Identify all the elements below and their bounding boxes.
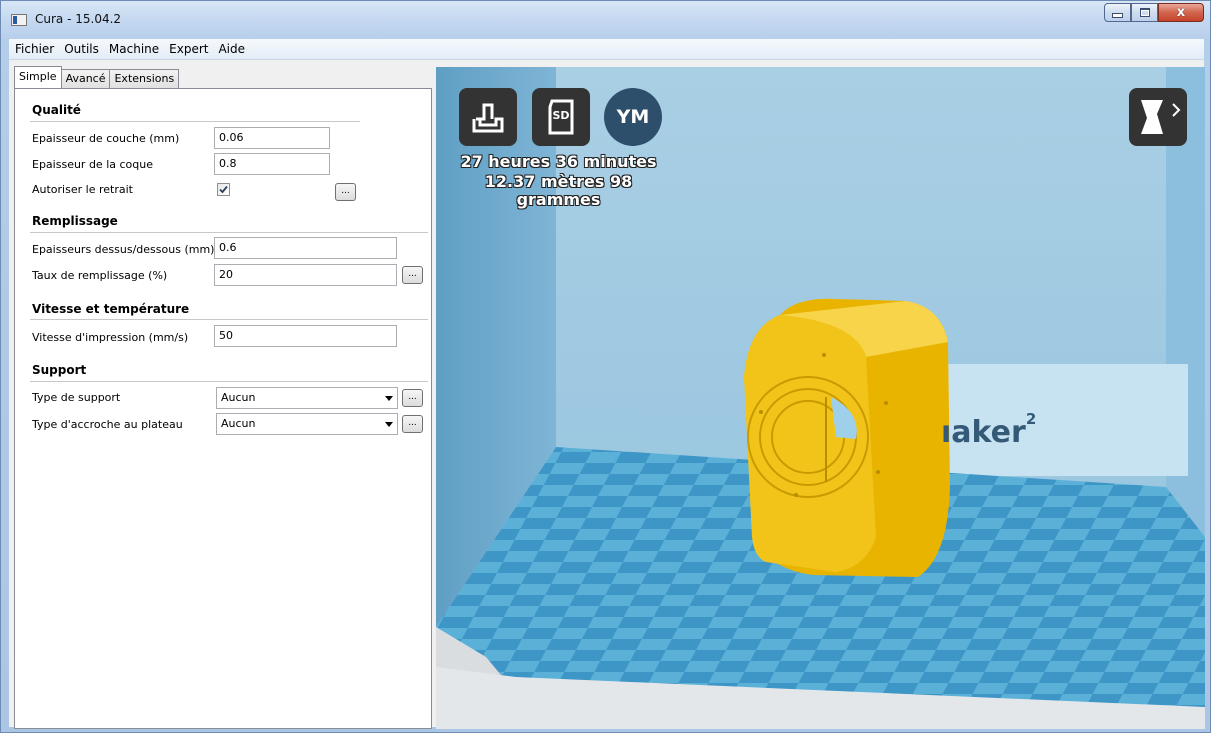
fill-settings-button[interactable]: ... bbox=[402, 266, 423, 284]
section-title-support: Support bbox=[32, 363, 87, 377]
material-usage-text: 12.37 mètres 98 grammes bbox=[484, 172, 633, 209]
menu-aide[interactable]: Aide bbox=[213, 42, 250, 56]
section-divider bbox=[30, 319, 428, 320]
section-divider bbox=[30, 381, 428, 382]
load-model-button[interactable] bbox=[459, 88, 517, 146]
section-title-fill: Remplissage bbox=[32, 214, 118, 228]
section-title-speed: Vitesse et température bbox=[32, 302, 190, 316]
adhesion-settings-button[interactable]: ... bbox=[402, 415, 423, 433]
support-settings-button[interactable]: ... bbox=[402, 389, 423, 407]
retraction-label: Autoriser le retrait bbox=[32, 183, 133, 196]
minimize-icon bbox=[1112, 13, 1123, 18]
section-title-quality: Qualité bbox=[32, 103, 81, 117]
fill-density-label: Taux de remplissage (%) bbox=[32, 269, 168, 282]
close-button[interactable]: x bbox=[1158, 3, 1204, 22]
view-mode-icon bbox=[1141, 100, 1181, 134]
menu-machine[interactable]: Machine bbox=[104, 42, 164, 56]
section-divider bbox=[30, 232, 428, 233]
ym-label: YM bbox=[616, 106, 650, 128]
support-type-label: Type de support bbox=[32, 391, 121, 404]
retraction-settings-button[interactable]: ... bbox=[335, 183, 356, 201]
support-type-select[interactable]: Aucun bbox=[216, 387, 398, 409]
sd-label: SD bbox=[552, 109, 570, 122]
print-speed-input[interactable]: 50 bbox=[214, 325, 397, 347]
app-icon bbox=[11, 14, 27, 26]
menu-expert[interactable]: Expert bbox=[164, 42, 213, 56]
save-to-sd-button[interactable]: SD bbox=[532, 88, 590, 146]
tab-simple[interactable]: Simple bbox=[14, 66, 62, 88]
close-icon: x bbox=[1176, 5, 1186, 20]
section-divider bbox=[30, 121, 360, 122]
adhesion-type-select[interactable]: Aucun bbox=[216, 413, 398, 435]
layer-height-input[interactable]: 0.06 bbox=[214, 127, 330, 149]
adhesion-type-label: Type d'accroche au plateau bbox=[32, 418, 183, 431]
tab-extensions[interactable]: Extensions bbox=[109, 69, 180, 88]
brand-superscript: 2 bbox=[1025, 410, 1037, 428]
dropdown-arrow-icon bbox=[385, 422, 393, 427]
shell-thickness-input[interactable]: 0.8 bbox=[214, 153, 330, 175]
brand-logo: ıaker2 bbox=[941, 410, 1036, 450]
load-icon bbox=[472, 103, 504, 133]
print-speed-label: Vitesse d'impression (mm/s) bbox=[32, 331, 189, 344]
dropdown-arrow-icon bbox=[385, 396, 393, 401]
checkmark-icon bbox=[219, 185, 228, 194]
shell-thickness-label: Epaisseur de la coque bbox=[32, 158, 153, 171]
top-bottom-thickness-input[interactable]: 0.6 bbox=[214, 237, 397, 259]
maximize-icon bbox=[1139, 8, 1150, 17]
support-type-value: Aucun bbox=[221, 391, 256, 404]
settings-tabs: Simple Avancé Extensions bbox=[14, 66, 180, 88]
adhesion-type-value: Aucun bbox=[221, 417, 256, 430]
window-controls: x bbox=[1104, 3, 1204, 24]
menu-outils[interactable]: Outils bbox=[59, 42, 104, 56]
top-bottom-thickness-label: Epaisseurs dessus/dessous (mm) bbox=[32, 243, 215, 256]
minimize-button[interactable] bbox=[1104, 3, 1131, 22]
window-title: Cura - 15.04.2 bbox=[35, 12, 122, 26]
brand-text: ıaker bbox=[941, 415, 1026, 450]
menu-bar: Fichier Outils Machine Expert Aide bbox=[9, 39, 1204, 60]
maximize-button[interactable] bbox=[1131, 3, 1158, 22]
fill-density-input[interactable]: 20 bbox=[214, 264, 397, 286]
model-part bbox=[744, 298, 950, 577]
title-bar[interactable]: Cura - 15.04.2 x bbox=[1, 1, 1210, 39]
tab-avance[interactable]: Avancé bbox=[60, 69, 111, 88]
youmagine-button[interactable]: YM bbox=[604, 88, 662, 146]
retraction-checkbox[interactable] bbox=[217, 183, 230, 196]
print-time-text: 27 heures 36 minutes bbox=[460, 152, 657, 171]
layer-height-label: Epaisseur de couche (mm) bbox=[32, 132, 180, 145]
view-mode-button[interactable] bbox=[1129, 88, 1187, 146]
menu-fichier[interactable]: Fichier bbox=[9, 42, 59, 56]
